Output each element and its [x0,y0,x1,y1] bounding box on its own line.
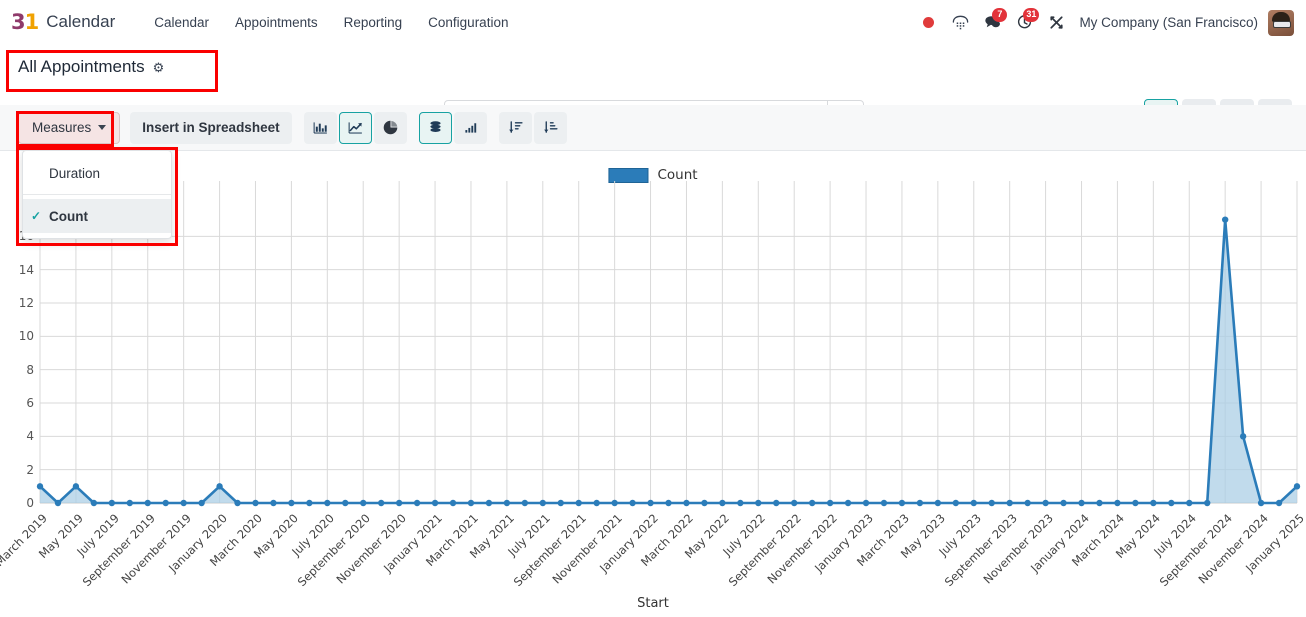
measure-item-count[interactable]: ✓ Count [23,199,171,233]
breadcrumb: All Appointments ⚙ [18,57,164,77]
menu-item-appointments[interactable]: Appointments [222,9,331,36]
chart-mode-group [418,111,487,144]
y-tick-0: 0 [26,496,34,510]
measure-item-duration[interactable]: Duration [23,156,171,190]
bar-chart-button[interactable] [303,111,337,144]
company-selector[interactable]: My Company (San Francisco) [1079,15,1258,30]
activities-badge: 31 [1023,7,1040,22]
main-menu: Calendar Appointments Reporting Configur… [141,9,521,36]
stacked-button[interactable] [418,111,452,144]
measures-button[interactable]: Measures [18,111,121,144]
app-name: Calendar [46,12,116,31]
chevron-down-icon [98,125,107,130]
y-tick-14: 14 [18,262,34,277]
menu-item-calendar[interactable]: Calendar [141,9,222,36]
wrench-icon[interactable] [1041,8,1071,38]
logo-digit-1: 1 [24,10,40,34]
graph-view: Count 0246810121416 March 2019May 2019Ju… [0,151,1306,617]
measure-count-label: Count [49,208,88,224]
menu-item-reporting[interactable]: Reporting [331,9,416,36]
gear-icon[interactable]: ⚙ [153,61,165,74]
pie-chart-button[interactable] [373,111,407,144]
dialpad-icon[interactable] [945,8,975,38]
insert-in-spreadsheet-button[interactable]: Insert in Spreadsheet [130,111,292,144]
line-chart-button[interactable] [338,111,372,144]
y-tick-6: 6 [26,396,34,410]
x-axis-title: Start [637,596,669,611]
systray: 7 31 My Company (San Francisco) [913,0,1298,45]
measure-duration-label: Duration [49,165,101,181]
top-navbar: 31 Calendar Calendar Appointments Report… [0,0,1306,45]
sort-ascending-button[interactable] [533,111,567,144]
chart-type-group [303,111,407,144]
menu-item-configuration[interactable]: Configuration [415,9,521,36]
brand[interactable]: 31 Calendar [11,10,115,34]
calendar-logo-icon: 31 [11,10,40,34]
page-title: All Appointments [18,57,145,76]
activities-clock-icon[interactable]: 31 [1009,7,1040,38]
y-tick-2: 2 [26,462,34,477]
messages-icon[interactable]: 7 [977,7,1008,38]
sort-group [498,111,567,144]
ascending-bars-button[interactable] [453,111,487,144]
messages-badge: 7 [992,7,1008,22]
dropdown-divider [23,194,171,195]
record-dot-icon[interactable] [913,8,943,38]
measures-label: Measures [32,120,92,135]
y-tick-8: 8 [26,362,34,377]
y-tick-10: 10 [18,329,34,344]
graph-toolbar: Measures Insert in Spreadsheet [0,105,1306,151]
avatar[interactable] [1268,9,1294,36]
logo-digit-3: 3 [11,10,26,34]
check-icon: ✓ [31,209,42,223]
sort-descending-button[interactable] [498,111,532,144]
measures-dropdown: Duration ✓ Count [22,150,172,239]
y-tick-12: 12 [18,296,34,310]
control-panel: All Appointments ⚙ [0,45,1306,131]
y-tick-4: 4 [26,429,34,444]
